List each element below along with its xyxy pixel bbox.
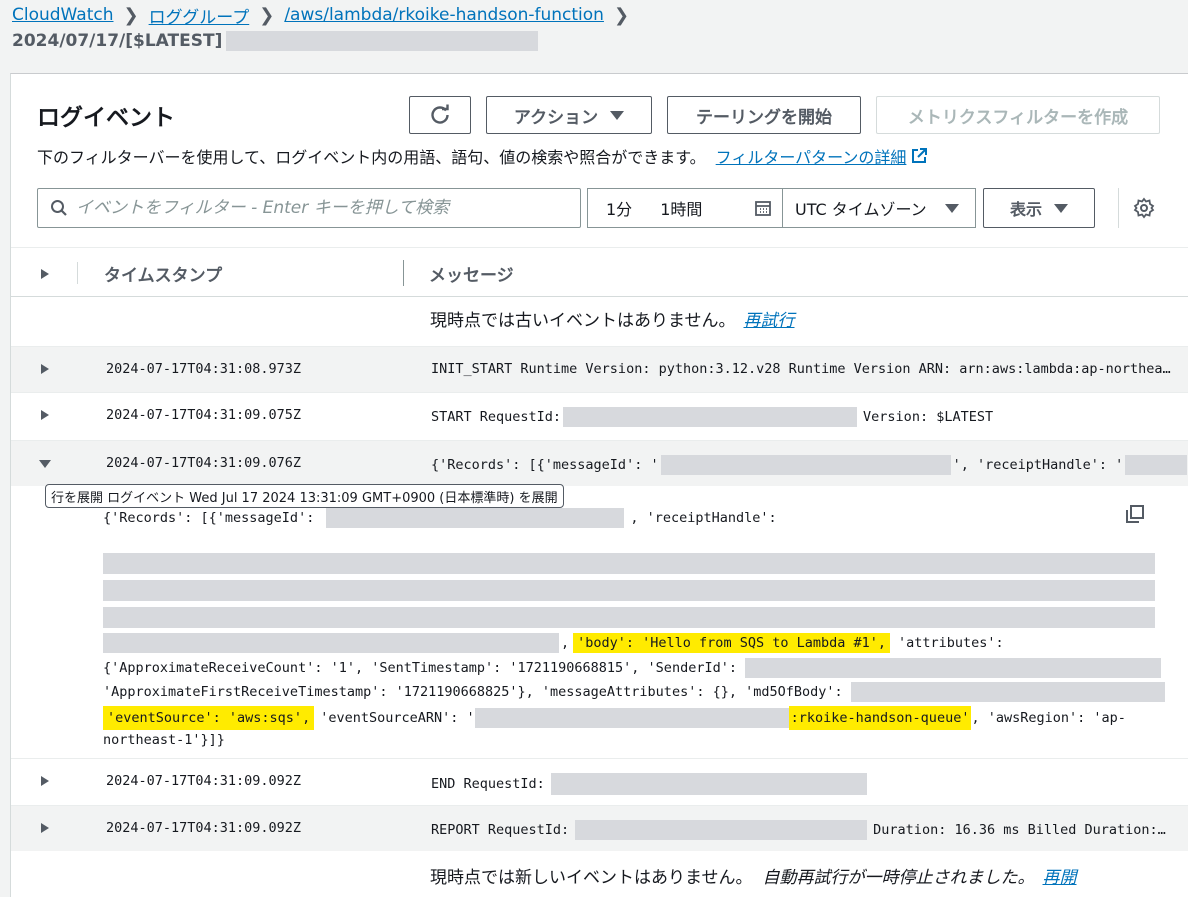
redacted-block [575, 820, 868, 840]
row-message: INIT_START Runtime Version: python:3.12.… [431, 361, 1171, 377]
event-filter-search [37, 188, 581, 228]
event-filter-input[interactable] [76, 198, 556, 218]
refresh-icon [431, 104, 449, 124]
row-timestamp: 2024-07-17T04:31:09.075Z [106, 407, 302, 423]
divider [77, 262, 78, 284]
chevron-right-icon: ❯ [123, 4, 139, 26]
log-event-row[interactable]: 2024-07-17T04:31:09.092Z REPORT RequestI… [11, 805, 1188, 851]
search-icon [51, 200, 67, 216]
display-dropdown-button[interactable]: 表示 [983, 188, 1095, 228]
log-events-panel: ログイベント アクション テーリングを開始 メトリクスフィルターを作成 下のフィ… [10, 73, 1188, 897]
panel-title: ログイベント [37, 105, 175, 131]
refresh-button[interactable] [409, 96, 471, 134]
panel-description: 下のフィルターバーを使用して、ログイベント内の用語、語句、値の検索や照合ができま… [37, 144, 928, 168]
no-older-events-notice: 現時点では古いイベントはありません。 再試行 [430, 306, 795, 331]
column-resize-handle[interactable] [403, 260, 404, 286]
expand-row-icon[interactable] [41, 364, 49, 374]
redacted-block [226, 31, 539, 51]
log-event-row[interactable]: 2024-07-17T04:31:09.075Z START RequestId… [11, 392, 1188, 438]
redacted-block [1125, 455, 1188, 475]
expand-row-icon[interactable] [41, 410, 49, 420]
highlighted-queue-name: :rkoike-handson-queue' [788, 706, 972, 730]
redacted-block [103, 580, 1155, 601]
column-header-message[interactable]: メッセージ [429, 261, 514, 286]
redacted-block [563, 407, 858, 427]
breadcrumb-cloudwatch[interactable]: CloudWatch [12, 5, 114, 25]
range-1-minute[interactable]: 1分 [606, 196, 632, 220]
external-link-icon [912, 148, 928, 163]
gear-icon[interactable] [1133, 197, 1155, 219]
breadcrumb-log-group[interactable]: /aws/lambda/rkoike-handson-function [284, 5, 604, 25]
redacted-block [850, 682, 1165, 702]
expand-row-tooltip: 行を展開 ログイベント Wed Jul 17 2024 13:31:09 GMT… [45, 484, 564, 508]
row-message: END RequestId: [431, 773, 867, 795]
redacted-block [103, 633, 559, 653]
row-message: {'Records': [{'messageId': ' ', 'receipt… [431, 455, 1188, 475]
row-timestamp: 2024-07-17T04:31:09.092Z [106, 773, 302, 789]
timezone-select[interactable]: UTC タイムゾーン [782, 188, 976, 228]
caret-down-icon [944, 203, 959, 213]
row-message: START RequestId: Version: $LATEST [431, 407, 994, 427]
redacted-block [474, 708, 789, 728]
log-event-row-expanded[interactable]: 2024-07-17T04:31:09.076Z {'Records': [{'… [11, 440, 1188, 486]
collapse-row-icon[interactable] [39, 460, 51, 468]
log-stream-title: 2024/07/17/[$LATEST] [12, 31, 539, 51]
no-newer-events-notice: 現時点では新しいイベントはありません。 自動再試行が一時停止されました。 再開 [430, 863, 1077, 888]
expand-row-icon[interactable] [41, 776, 49, 786]
retry-link[interactable]: 再試行 [744, 306, 795, 331]
resume-link[interactable]: 再開 [1043, 863, 1077, 888]
expand-row-icon[interactable] [41, 823, 49, 833]
caret-down-icon [610, 110, 625, 120]
redacted-block [744, 658, 1161, 678]
calendar-icon[interactable] [754, 199, 772, 217]
create-metric-filter-button[interactable]: メトリクスフィルターを作成 [876, 96, 1160, 134]
log-event-row[interactable]: 2024-07-17T04:31:09.092Z END RequestId: [11, 758, 1188, 804]
log-stream-name: 2024/07/17/[$LATEST] [12, 31, 223, 51]
highlighted-event-source: 'eventSource': 'aws:sqs', [103, 706, 315, 730]
highlighted-body: 'body': 'Hello from SQS to Lambda #1', [573, 633, 890, 653]
row-timestamp: 2024-07-17T04:31:09.076Z [106, 455, 302, 471]
chevron-right-icon: ❯ [613, 4, 630, 26]
redacted-block [550, 773, 867, 795]
redacted-block [326, 508, 625, 528]
log-event-row[interactable]: 2024-07-17T04:31:08.973Z INIT_START Runt… [11, 346, 1188, 392]
time-range-selector[interactable]: 1分 1時間 [587, 188, 783, 228]
chevron-right-icon: ❯ [259, 4, 275, 26]
log-table-header: タイムスタンプ メッセージ [11, 247, 1188, 297]
column-header-timestamp[interactable]: タイムスタンプ [104, 261, 222, 286]
filter-pattern-link[interactable]: フィルターパターンの詳細 [716, 144, 907, 168]
divider [1118, 188, 1119, 228]
expand-all-icon[interactable] [41, 269, 49, 279]
redacted-block [660, 455, 951, 475]
redacted-block [103, 553, 1155, 574]
actions-dropdown-button[interactable]: アクション [486, 96, 652, 134]
copy-icon[interactable] [1125, 504, 1145, 524]
range-1-hour[interactable]: 1時間 [660, 196, 702, 220]
breadcrumb: CloudWatch ❯ ロググループ ❯ /aws/lambda/rkoike… [12, 2, 639, 28]
start-tailing-button[interactable]: テーリングを開始 [667, 96, 861, 134]
caret-down-icon [1054, 203, 1068, 213]
row-timestamp: 2024-07-17T04:31:08.973Z [106, 361, 302, 377]
redacted-block [103, 607, 1155, 628]
breadcrumb-log-groups[interactable]: ロググループ [149, 3, 250, 28]
row-message: REPORT RequestId: Duration: 16.36 ms Bil… [431, 820, 1166, 840]
row-timestamp: 2024-07-17T04:31:09.092Z [106, 820, 302, 836]
